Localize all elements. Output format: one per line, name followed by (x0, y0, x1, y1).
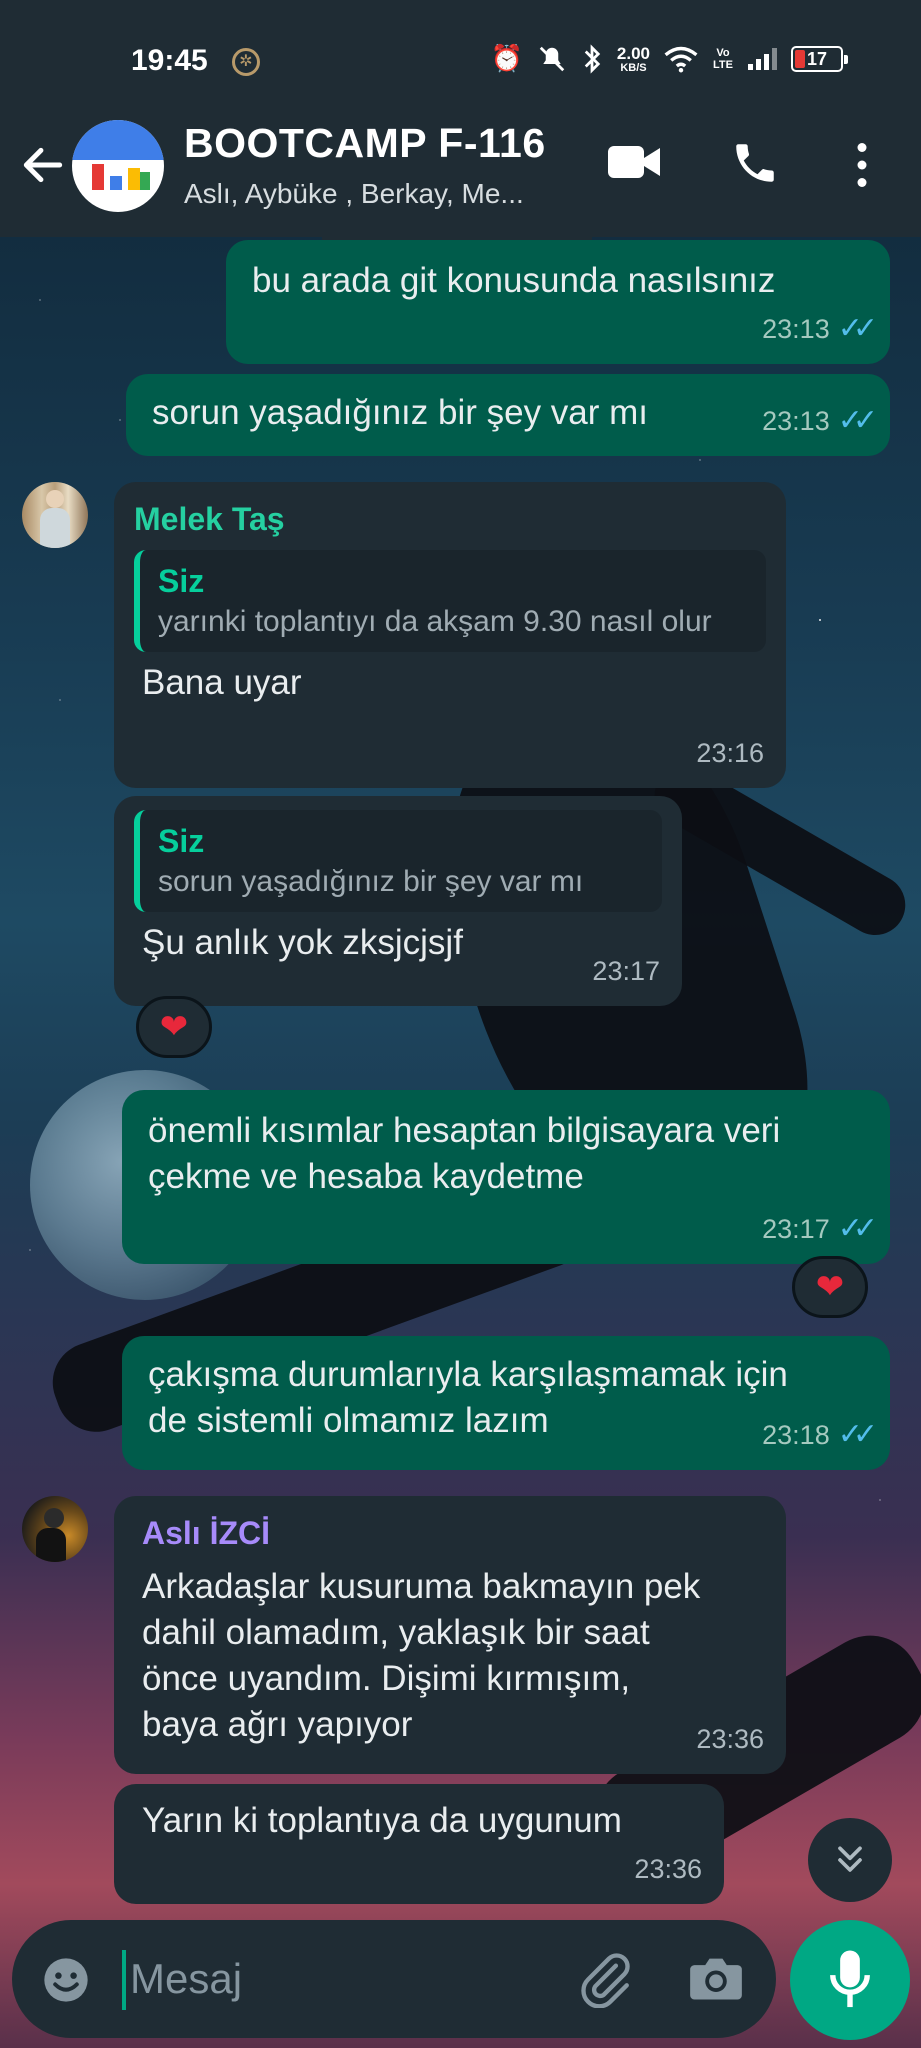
heart-reaction-icon[interactable]: ❤ (136, 996, 212, 1058)
quoted-text: sorun yaşadığınız bir şey var mı (158, 865, 584, 898)
heart-reaction-icon[interactable]: ❤ (792, 1256, 868, 1318)
battery-level: 17 (806, 49, 828, 69)
text-cursor (122, 1950, 126, 2010)
status-icons: ⏰ 2.00 KB/S Vo LTE 17 (490, 44, 848, 74)
status-bar: 19:45 ✲ ⏰ 2.00 KB/S Vo LTE 17 (0, 0, 921, 120)
read-ticks-icon: ✓✓ (837, 403, 878, 438)
sender-name: Aslı İZCİ (142, 1515, 271, 1551)
outgoing-message[interactable]: sorun yaşadığınız bir şey var mı 23:13 ✓… (126, 374, 890, 456)
chat-header: BOOTCAMP F-116 Aslı, Aybüke , Berkay, Me… (0, 120, 921, 237)
outgoing-message[interactable]: çakışma durumlarıyla karşılaşmamak için … (122, 1336, 890, 1470)
double-chevron-down-icon (838, 1846, 862, 1872)
read-ticks-icon: ✓✓ (837, 311, 878, 346)
chat-members[interactable]: Aslı, Aybüke , Berkay, Me... (184, 178, 524, 210)
incoming-message[interactable]: Melek Taş Siz yarınki toplantıyı da akşa… (114, 482, 786, 788)
volte-indicator: Vo LTE (713, 47, 733, 71)
group-avatar[interactable] (72, 120, 164, 212)
more-vert-icon[interactable] (842, 140, 882, 190)
scroll-to-bottom-button[interactable] (808, 1818, 892, 1902)
message-text: bu arada git konusunda nasılsınız (252, 261, 776, 300)
message-time: 23:36 (696, 1724, 764, 1754)
alarm-icon: ⏰ (490, 44, 523, 74)
message-meta: 23:17 (592, 948, 660, 994)
message-composer (12, 1920, 776, 2038)
message-time: 23:17 (762, 1214, 830, 1244)
message-text: Arkadaşlar kusuruma bakmayın pek dahil o… (142, 1567, 701, 1744)
video-call-icon[interactable] (606, 142, 662, 182)
emoji-icon[interactable] (40, 1954, 92, 2006)
incoming-message[interactable]: Siz sorun yaşadığınız bir şey var mı Şu … (114, 796, 682, 1006)
voice-message-button[interactable] (790, 1920, 910, 2040)
paperclip-icon[interactable] (576, 1950, 634, 2008)
message-meta: 23:17 ✓✓ (762, 1206, 878, 1252)
message-text: önemli kısımlar hesaptan bilgisayara ver… (148, 1111, 781, 1196)
mute-icon (539, 46, 565, 72)
message-text: Şu anlık yok zksjcjsjf (142, 923, 463, 962)
status-time: 19:45 (131, 44, 208, 77)
avatar[interactable] (22, 1496, 88, 1562)
phone-icon[interactable] (730, 138, 780, 188)
message-text: Yarın ki toplantıya da uygunum (142, 1801, 622, 1840)
back-arrow-icon[interactable] (18, 140, 68, 190)
read-ticks-icon: ✓✓ (837, 1417, 878, 1452)
incoming-message[interactable]: Aslı İZCİ Arkadaşlar kusuruma bakmayın p… (114, 1496, 786, 1774)
message-meta: 23:13 ✓✓ (762, 306, 878, 352)
mic-icon (830, 1950, 870, 2008)
outgoing-message[interactable]: bu arada git konusunda nasılsınız 23:13 … (226, 240, 890, 364)
wifi-icon (664, 46, 698, 73)
message-time: 23:13 (762, 406, 830, 436)
message-text: çakışma durumlarıyla karşılaşmamak için … (148, 1355, 788, 1440)
message-time: 23:36 (634, 1854, 702, 1884)
message-text: Bana uyar (142, 663, 302, 702)
message-meta: 23:16 (696, 730, 764, 776)
signal-strength-icon (748, 48, 777, 70)
quoted-text: yarınki toplantıyı da akşam 9.30 nasıl o… (158, 605, 712, 638)
message-time: 23:13 (762, 314, 830, 344)
message-meta: 23:36 (696, 1716, 764, 1762)
camera-icon[interactable] (688, 1952, 744, 2004)
network-speed-value: 2.00 (616, 43, 650, 63)
chat-title[interactable]: BOOTCAMP F-116 (184, 120, 546, 167)
message-meta: 23:13 ✓✓ (762, 398, 878, 444)
avatar[interactable] (22, 482, 88, 548)
network-speed-unit: KB/S (620, 61, 647, 74)
battery-indicator: 17 (791, 46, 848, 72)
message-time: 23:17 (592, 956, 660, 986)
message-time: 23:18 (762, 1420, 830, 1450)
message-input[interactable] (130, 1944, 550, 2014)
message-meta: 23:36 (634, 1846, 702, 1892)
message-meta: 23:18 ✓✓ (762, 1412, 878, 1458)
sender-name: Melek Taş (134, 501, 285, 537)
quoted-message[interactable]: Siz yarınki toplantıyı da akşam 9.30 nas… (134, 550, 766, 652)
quoted-author: Siz (158, 563, 205, 599)
dharma-wheel-icon: ✲ (232, 48, 260, 76)
network-speed: 2.00 KB/S (617, 45, 650, 74)
message-time: 23:16 (696, 738, 764, 768)
bluetooth-icon (584, 44, 601, 74)
incoming-message[interactable]: Yarın ki toplantıya da uygunum 23:36 (114, 1784, 724, 1904)
message-text: sorun yaşadığınız bir şey var mı (152, 393, 649, 432)
quoted-message[interactable]: Siz sorun yaşadığınız bir şey var mı (134, 810, 662, 912)
outgoing-message[interactable]: önemli kısımlar hesaptan bilgisayara ver… (122, 1090, 890, 1264)
quoted-author: Siz (158, 823, 205, 859)
read-ticks-icon: ✓✓ (837, 1211, 878, 1246)
